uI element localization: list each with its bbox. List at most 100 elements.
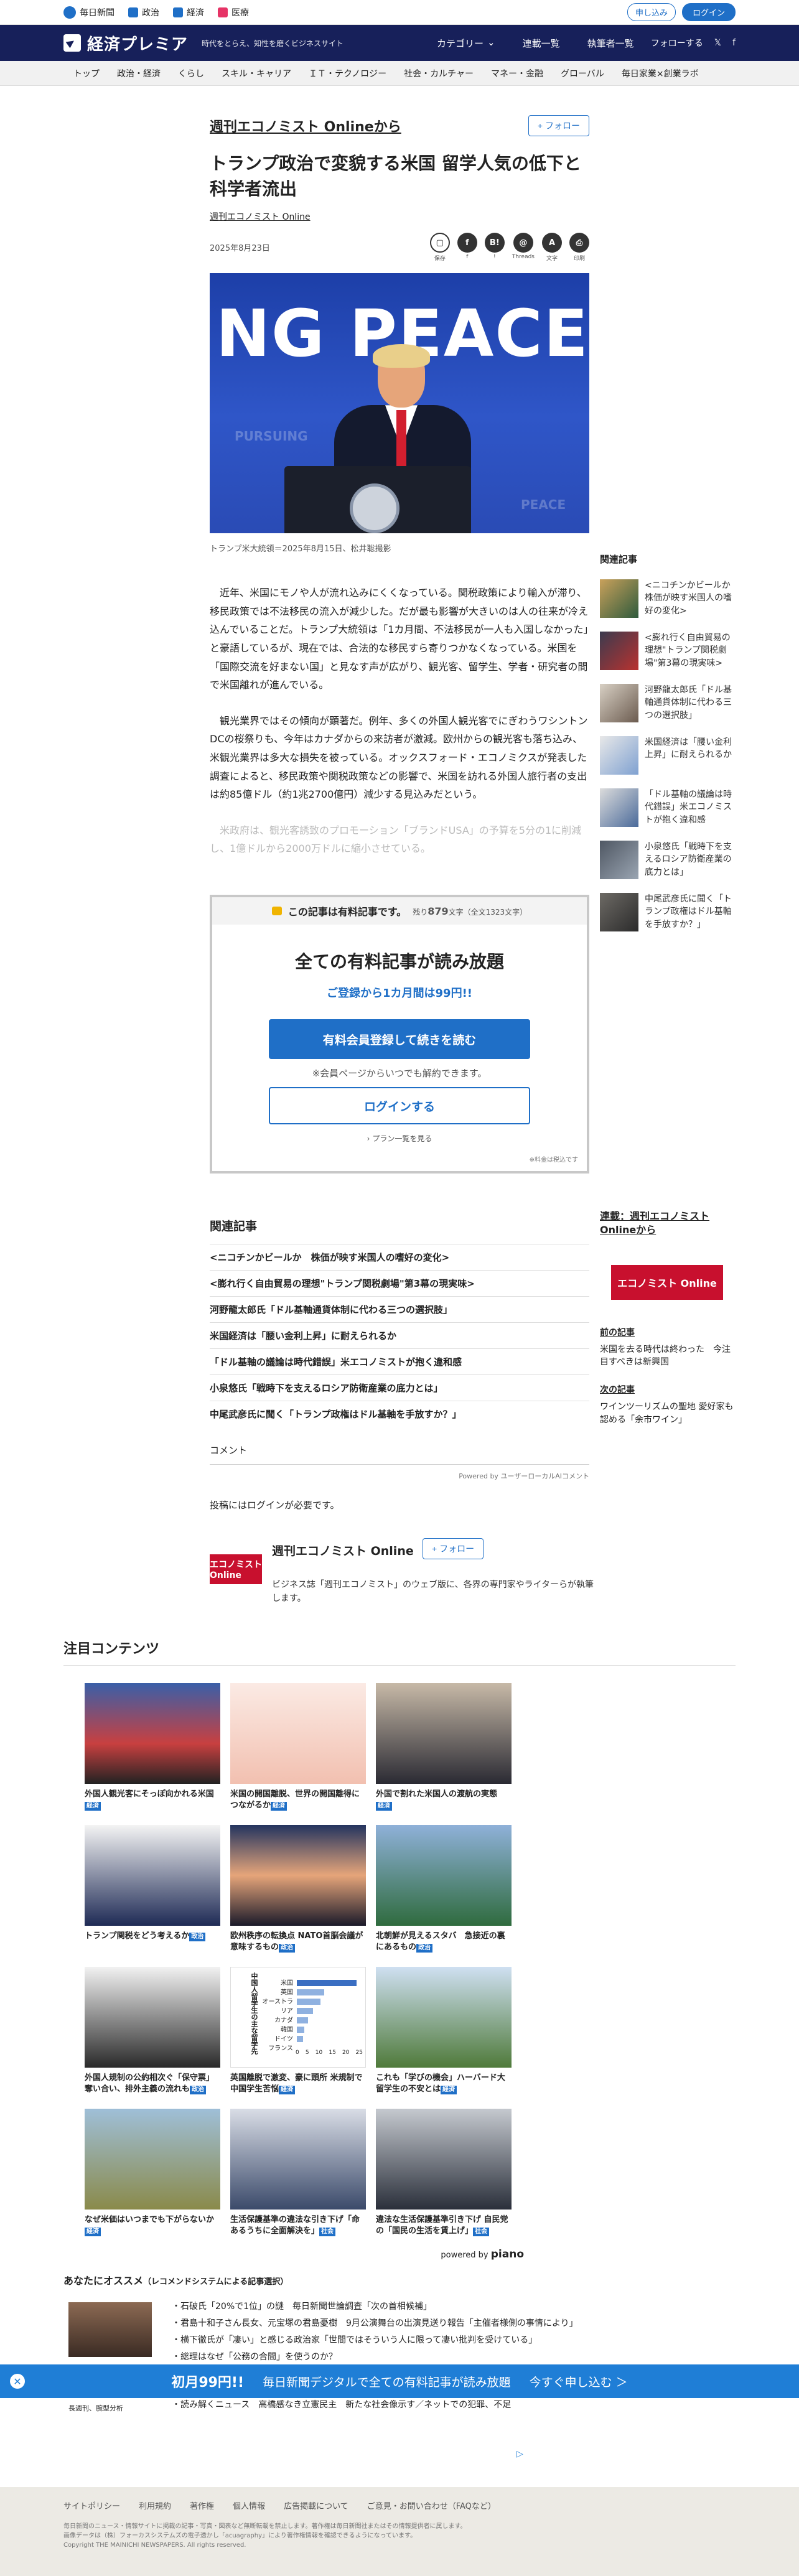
economist-logo[interactable]: エコノミスト Online (611, 1264, 723, 1300)
profile-name[interactable]: 週刊エコノミスト Online (272, 1542, 414, 1559)
politics-icon (128, 7, 138, 17)
featured-card[interactable]: なぜ米価はいつまでも下がらないか経済 (85, 2109, 220, 2239)
related-link[interactable]: 「ドル基軸の議論は時代錯誤」米エコノミストが抱く違和感 (210, 1349, 589, 1375)
prev-article-link[interactable]: 米国を去る時代は終わった 今注目すべきは新興国 (600, 1343, 737, 1369)
related-link[interactable]: <膨れ行く自由貿易の理想"トランプ関税劇場"第3幕の現実味> (210, 1271, 589, 1297)
chevron-right-icon: › (367, 1134, 370, 1143)
paywall-login-button[interactable]: ログインする (269, 1087, 530, 1124)
reco-link[interactable]: 総理はなぜ「公務の合間」を使うのか？ (172, 2349, 595, 2366)
card-image (376, 1683, 512, 1784)
login-button[interactable]: ログイン (681, 3, 736, 21)
threads-icon: @ (513, 233, 533, 253)
related-link[interactable]: 小泉悠氏「戦時下を支えるロシア防衛産業の底力とは」 (210, 1375, 589, 1401)
cat-top[interactable]: トップ (73, 67, 100, 80)
follow-button[interactable]: + フォロー (528, 115, 589, 136)
ad-choices-icon[interactable]: ▷ (516, 2449, 523, 2459)
footer-link[interactable]: 個人情報 (233, 2499, 265, 2511)
footer-link[interactable]: サイトポリシー (63, 2499, 120, 2511)
cat-life[interactable]: くらし (178, 67, 204, 80)
cat-it-tech[interactable]: ＩＴ・テクノロジー (309, 67, 386, 80)
subscribe-banner[interactable]: ✕ 初月99円!! 毎日新聞デジタルで全ての有料記事が読み放題 今すぐ申し込む … (0, 2364, 799, 2398)
featured-card[interactable]: これも「学びの機会」ハーバード大留学生の不安とは 経済 (376, 1967, 512, 2098)
hatena-share-button[interactable]: B!! (484, 233, 505, 262)
sidebar-item[interactable]: <膨れ行く自由貿易の理想"トランプ関税劇場"第3幕の現実味> (600, 632, 737, 670)
footer-link[interactable]: 広告掲載について (284, 2499, 348, 2511)
featured-card[interactable]: 米国の開国離脱、世界の開国離得につながるか 経済 (230, 1683, 366, 1814)
photo-backdrop-small-text: PURSUING (235, 429, 308, 444)
paywall-offer: ご登録から1カ月間は99円!! (327, 987, 472, 1000)
card-image (376, 1967, 512, 2068)
print-button[interactable]: ⎙ 印刷 (569, 233, 589, 262)
paywall-title: 全ての有料記事が読み放題 (294, 951, 504, 972)
apply-button[interactable]: 申し込み (627, 3, 676, 21)
cat-money[interactable]: マネー・金融 (491, 67, 543, 80)
plan-list-link[interactable]: › プラン一覧を見る (212, 1133, 587, 1144)
footer-link[interactable]: 著作権 (190, 2499, 214, 2511)
site-medical-link[interactable]: 医療 (218, 6, 249, 19)
featured-card[interactable]: 外国で割れた米国人の渡航の実態経済 (376, 1683, 512, 1814)
save-button[interactable]: ▢ 保存 (429, 233, 450, 262)
recommendations: あなたにオススメ（レコメンドシステムによる記事選択） 石破氏「20%で1位」の謎… (63, 2272, 736, 2362)
author-link[interactable]: 週刊エコノミスト Online (210, 210, 589, 223)
featured-card[interactable]: 生活保護基準の違法な引き下げ「命あるうちに全面解決を」 社会 (230, 2109, 366, 2239)
sidebar-item[interactable]: 中尾武彦氏に聞く「トランプ政権はドル基軸を手放すか？」 (600, 893, 737, 931)
featured-card[interactable]: 違法な生活保護基準引き下げ 自民党の「国民の生活を賃上げ」 社会 (376, 2109, 512, 2239)
sidebar-item[interactable]: 小泉悠氏「戦時下を支えるロシア防衛産業の底力とは」 (600, 841, 737, 879)
menu-category[interactable]: カテゴリー ⌄ (437, 37, 495, 50)
brand[interactable]: 経済プレミア 時代をとらえ、知性を磨くビジネスサイト (63, 32, 343, 55)
related-link[interactable]: 中尾武彦氏に聞く「トランプ政権はドル基軸を手放すか？」 (210, 1401, 589, 1427)
featured-card[interactable]: 外国人観光客にそっぽ向かれる米国経済 (85, 1683, 220, 1814)
card-image (85, 1683, 220, 1784)
menu-authors[interactable]: 執筆者一覧 (587, 37, 634, 50)
photo-caption: トランプ米大統領＝2025年8月15日、松井聡撮影 (210, 544, 391, 554)
featured-card[interactable]: 中国人留学生の主な留学先 米国 英国 オーストラリア カナダ 韓国 ドイツ フラ… (230, 1967, 366, 2098)
featured-card[interactable]: 外国人規制の公約相次ぐ「保守票」奪い合い、排外主義の流れも 政治 (85, 1967, 220, 2098)
next-article-link[interactable]: ワインツーリズムの聖地 愛好家も認める「余市ワイン」 (600, 1401, 737, 1426)
featured-card[interactable]: 欧州秩序の転換点 NATO首脳会議が意味するもの 政治 (230, 1825, 366, 1956)
close-icon[interactable]: ✕ (10, 2374, 25, 2389)
reco-link[interactable]: 君島十和子さん長女、元宝塚の君島憂樹 9月公演舞台の出演見送り報告「主催者様側の… (172, 2315, 595, 2332)
featured-card[interactable]: 北朝鮮が見えるスタバ 急接近の裏にあるもの 政治 (376, 1825, 512, 1956)
next-article-label: 次の記事 (600, 1385, 635, 1396)
featured-card[interactable]: トランプ関税をどう考えるか 政治 (85, 1825, 220, 1956)
card-image (376, 2109, 512, 2210)
font-size-button[interactable]: A 文字 (542, 233, 562, 262)
site-politics-link[interactable]: 政治 (128, 6, 159, 19)
related-link[interactable]: 米国経済は「腰い金利上昇」に耐えられるか (210, 1323, 589, 1349)
comment-powered: Powered by ユーザーローカルAIコメント (459, 1472, 589, 1480)
sidebar-item[interactable]: <ニコチンかビールか 株価が映す米国人の嗜好の変化> (600, 579, 739, 618)
sidebar-related: 関連記事 <ニコチンかビールか 株価が映す米国人の嗜好の変化> <膨れ行く自由貿… (600, 553, 739, 945)
menu-series[interactable]: 連載一覧 (523, 37, 560, 50)
facebook-icon[interactable]: f (732, 38, 736, 48)
profile-follow-button[interactable]: + フォロー (423, 1538, 484, 1559)
register-button[interactable]: 有料会員登録して続きを読む (269, 1019, 530, 1059)
footer-link[interactable]: ご意見・お問い合わせ（FAQなど） (367, 2499, 496, 2511)
reco-link[interactable]: 読み解くニュース 高橋感なき立憲民主 新たな社会像示す／ネットでの犯罪、不足 (172, 2399, 520, 2411)
related-title: 関連記事 (210, 1217, 589, 1244)
reco-link[interactable]: 横下徹氏が「凄い」と感じる政治家「世間ではそういう人に限って凄い批判を受けている… (172, 2332, 595, 2349)
cat-skill-career[interactable]: スキル・キャリア (222, 67, 291, 80)
cat-global[interactable]: グローバル (561, 67, 604, 80)
threads-share-button[interactable]: @ Threads (512, 233, 535, 262)
brand-tagline: 時代をとらえ、知性を磨くビジネスサイト (202, 39, 344, 48)
footer-link[interactable]: 利用規約 (139, 2499, 171, 2511)
reco-title: あなたにオススメ（レコメンドシステムによる記事選択） (63, 2275, 289, 2287)
sidebar-item[interactable]: 「ドル基軸の議論は時代錯誤」米エコノミストが抱く違和感 (600, 788, 737, 827)
sidebar-item[interactable]: 米国経済は「腰い金利上昇」に耐えられるか (600, 736, 737, 775)
cancel-note: ※会員ページからいつでも解約できます。 (312, 1068, 487, 1079)
site-economy-link[interactable]: 経済 (173, 6, 204, 19)
banner-cta[interactable]: 今すぐ申し込む ＞ (530, 2373, 628, 2390)
cat-society-culture[interactable]: 社会・カルチャー (404, 67, 474, 80)
reco-link[interactable]: 石破氏「20%で1位」の謎 毎日新聞世論調査「次の首相候補」 (172, 2298, 595, 2315)
facebook-share-button[interactable]: ff (457, 233, 477, 262)
cat-family-business[interactable]: 毎日家業×創業ラボ (622, 67, 699, 80)
prev-article-label: 前の記事 (600, 1327, 635, 1338)
related-link[interactable]: <ニコチンかビールか 株価が映す米国人の嗜好の変化> (210, 1244, 589, 1271)
source-link[interactable]: 週刊エコノミスト Onlineから (210, 116, 401, 136)
cat-politics-economy[interactable]: 政治・経済 (117, 67, 161, 80)
related-link[interactable]: 河野龍太郎氏「ドル基軸通貨体制に代わる三つの選択肢」 (210, 1297, 589, 1323)
site-mainichi-link[interactable]: 毎日新聞 (63, 6, 114, 19)
series-title[interactable]: 連載：週刊エコノミスト Onlineから (600, 1210, 737, 1238)
sidebar-item[interactable]: 河野龍太郎氏「ドル基軸通貨体制に代わる三つの選択肢」 (600, 684, 737, 722)
x-icon[interactable]: 𝕏 (714, 38, 721, 48)
